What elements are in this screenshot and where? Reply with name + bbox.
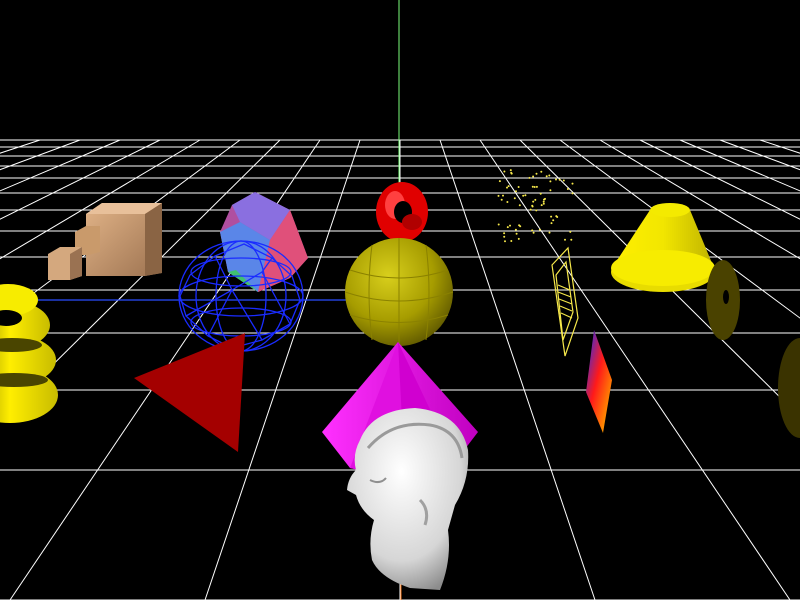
point xyxy=(510,171,513,174)
point xyxy=(514,228,517,231)
point xyxy=(506,226,509,229)
point xyxy=(518,204,521,207)
point xyxy=(542,202,545,205)
point xyxy=(571,182,574,185)
point xyxy=(535,172,538,175)
point xyxy=(571,192,574,195)
head-bust[interactable] xyxy=(347,408,469,590)
point xyxy=(552,219,555,222)
point xyxy=(507,185,510,188)
olive-sphere[interactable] xyxy=(344,238,454,346)
point xyxy=(528,176,531,179)
grid-line xyxy=(599,139,800,260)
point xyxy=(555,178,557,181)
point xyxy=(529,208,532,211)
point xyxy=(497,194,500,197)
point xyxy=(545,175,548,178)
point xyxy=(522,194,525,197)
point xyxy=(504,240,506,243)
dark-torus-partial[interactable] xyxy=(778,338,800,438)
point xyxy=(524,194,527,197)
point xyxy=(569,230,572,233)
point xyxy=(515,190,517,193)
point xyxy=(515,232,518,235)
wire-prism[interactable] xyxy=(551,246,579,357)
grid-line xyxy=(479,139,791,600)
point xyxy=(503,232,506,235)
point xyxy=(540,170,543,173)
point xyxy=(566,188,569,190)
point xyxy=(548,174,551,177)
point xyxy=(513,197,516,200)
point xyxy=(532,200,535,203)
point xyxy=(503,235,506,238)
gradient-quad[interactable] xyxy=(586,330,612,433)
point xyxy=(540,204,543,207)
point xyxy=(517,237,520,240)
wire-sphere[interactable] xyxy=(178,240,304,352)
textured-boxes[interactable] xyxy=(48,203,162,280)
point xyxy=(549,180,552,183)
point xyxy=(538,228,541,231)
red-triangle[interactable] xyxy=(134,333,245,452)
point xyxy=(532,231,535,234)
point xyxy=(534,198,537,201)
point xyxy=(531,185,534,188)
point xyxy=(500,198,503,201)
point xyxy=(531,229,534,232)
point xyxy=(558,178,561,181)
scene-canvas xyxy=(0,0,800,600)
point xyxy=(548,231,551,234)
point xyxy=(570,238,573,241)
point xyxy=(509,224,511,227)
point xyxy=(549,189,552,192)
point xyxy=(502,194,504,197)
point xyxy=(564,238,566,241)
point xyxy=(532,175,535,178)
point xyxy=(555,215,558,218)
point xyxy=(544,197,546,200)
grid-line xyxy=(439,139,596,600)
point xyxy=(497,223,500,226)
point xyxy=(509,169,512,172)
dark-disk[interactable] xyxy=(706,260,740,340)
point xyxy=(517,186,520,188)
3d-viewport[interactable] xyxy=(0,0,800,600)
point xyxy=(562,179,565,182)
point xyxy=(535,185,538,188)
red-ring[interactable] xyxy=(376,182,428,242)
point xyxy=(535,209,538,212)
point xyxy=(531,204,534,207)
point xyxy=(539,192,542,195)
torus-stack[interactable] xyxy=(0,284,58,423)
point xyxy=(550,222,553,225)
point xyxy=(503,170,506,173)
point xyxy=(506,186,508,189)
yellow-frustum[interactable] xyxy=(611,203,715,292)
point xyxy=(533,186,536,188)
point xyxy=(518,224,521,227)
point xyxy=(506,201,509,203)
point xyxy=(550,215,553,218)
point xyxy=(498,180,501,183)
point xyxy=(510,240,513,242)
point xyxy=(542,200,545,203)
